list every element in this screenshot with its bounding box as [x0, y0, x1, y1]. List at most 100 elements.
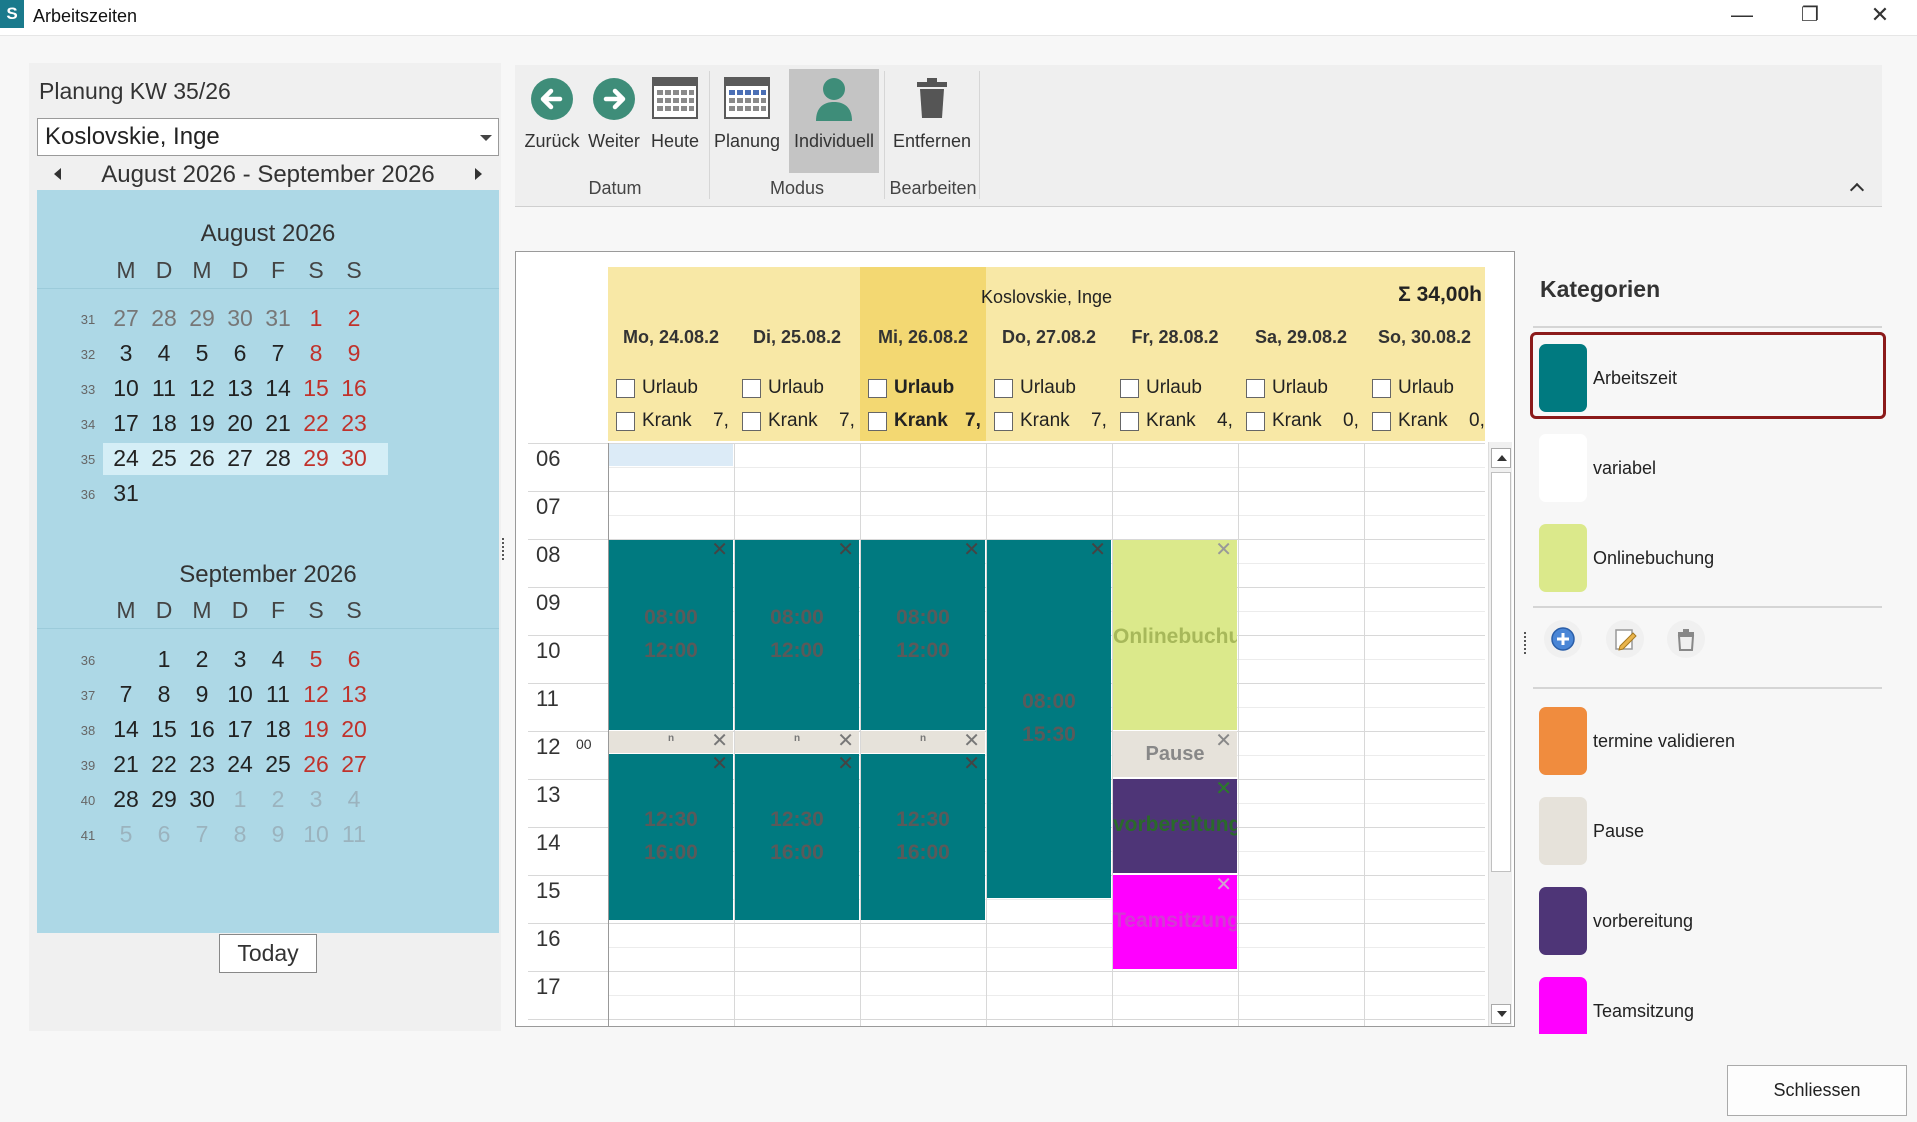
checkbox[interactable] [1246, 379, 1265, 398]
work-time-appointment[interactable]: ✕ 12:30 16:00 [735, 754, 859, 920]
calendar-day[interactable]: 31 [103, 480, 149, 507]
calendar-day[interactable]: 13 [331, 681, 377, 708]
scrollbar-thumb[interactable] [1491, 472, 1511, 872]
checkbox[interactable] [742, 412, 761, 431]
splitter-handle[interactable] [502, 538, 504, 560]
close-icon[interactable]: ✕ [1215, 540, 1232, 560]
vacation-checkbox[interactable]: Urlaub [742, 376, 860, 402]
close-icon[interactable]: ✕ [1089, 540, 1106, 560]
add-category-button[interactable] [1544, 620, 1582, 658]
close-icon[interactable]: ✕ [963, 540, 980, 560]
team-meeting-appointment[interactable]: ✕ Teamsitzung [1113, 875, 1237, 969]
restore-button[interactable]: ❐ [1776, 0, 1844, 30]
checkbox[interactable] [1246, 412, 1265, 431]
category-item-arbeitszeit[interactable]: Arbeitszeit [1530, 332, 1886, 419]
sick-checkbox[interactable]: Krank 7, [616, 409, 734, 435]
pause-appointment[interactable]: ✕ Pause [1113, 731, 1237, 777]
time-grid[interactable]: 06 07 08 09 10 11 12 00 13 14 15 16 17 ✕… [516, 443, 1485, 1026]
close-icon[interactable]: ✕ [711, 540, 728, 560]
scroll-down-button[interactable] [1491, 1004, 1511, 1024]
today-view-button[interactable]: Heute [646, 69, 704, 171]
minimize-button[interactable]: — [1708, 0, 1776, 30]
close-icon[interactable]: ✕ [963, 754, 980, 774]
calendar-day[interactable]: 30 [331, 445, 377, 472]
close-icon[interactable]: ✕ [837, 540, 854, 560]
back-button[interactable]: Zurück [522, 69, 582, 171]
close-icon[interactable]: ✕ [711, 731, 728, 751]
close-button[interactable]: Schliessen [1727, 1065, 1907, 1116]
work-time-appointment[interactable]: ✕ 08:00 12:00 [735, 540, 859, 730]
preparation-appointment[interactable]: ✕ vorbereitung [1113, 779, 1237, 873]
close-icon[interactable]: ✕ [837, 754, 854, 774]
work-time-appointment[interactable]: ✕ 12:30 16:00 [861, 754, 985, 920]
checkbox[interactable] [1372, 412, 1391, 431]
next-month-icon[interactable] [475, 168, 482, 180]
sick-checkbox[interactable]: Krank 0, [1246, 409, 1364, 435]
vacation-checkbox[interactable]: Urlaub [1120, 376, 1238, 402]
sick-checkbox[interactable]: Krank 7, [868, 409, 986, 435]
close-icon[interactable]: ✕ [963, 731, 980, 751]
individual-mode-button[interactable]: Individuell [789, 69, 879, 173]
close-icon[interactable]: ✕ [1215, 875, 1232, 895]
calendar-day[interactable]: 4 [331, 786, 377, 813]
vertical-scrollbar[interactable] [1488, 442, 1512, 1026]
vacation-checkbox[interactable]: Urlaub [868, 376, 986, 402]
collapse-ribbon-icon[interactable] [1849, 182, 1865, 198]
calendar-day[interactable]: 2 [331, 305, 377, 332]
checkbox[interactable] [994, 379, 1013, 398]
splitter-handle[interactable] [1524, 632, 1526, 654]
sick-checkbox[interactable]: Krank 7, [994, 409, 1112, 435]
remove-button[interactable]: Entfernen [891, 69, 973, 171]
planning-mode-button[interactable]: Planung [713, 69, 781, 171]
checkbox[interactable] [994, 412, 1013, 431]
today-button[interactable]: Today [219, 934, 317, 973]
close-window-button[interactable]: ✕ [1846, 0, 1914, 30]
work-time-appointment[interactable]: ✕ 08:00 12:00 [861, 540, 985, 730]
work-time-appointment[interactable]: ✕ 08:00 12:00 [609, 540, 733, 730]
work-time-appointment[interactable]: ✕ 12:30 16:00 [609, 754, 733, 920]
category-item-vorbereitung[interactable]: vorbereitung [1530, 875, 1886, 962]
category-item-variabel[interactable]: variabel [1530, 422, 1886, 509]
checkbox[interactable] [1120, 379, 1139, 398]
selected-slot[interactable] [609, 444, 733, 466]
pause-appointment[interactable]: n ✕ [735, 731, 859, 753]
close-icon[interactable]: ✕ [1215, 779, 1232, 799]
checkbox[interactable] [868, 379, 887, 398]
pause-appointment[interactable]: n ✕ [861, 731, 985, 753]
category-item-onlinebuchung[interactable]: Onlinebuchung [1530, 512, 1886, 599]
calendar-day[interactable]: 6 [331, 646, 377, 673]
calendar-day[interactable]: 23 [331, 410, 377, 437]
chevron-down-icon[interactable] [480, 135, 492, 141]
checkbox[interactable] [616, 412, 635, 431]
calendar-day[interactable]: 20 [331, 716, 377, 743]
checkbox[interactable] [1372, 379, 1391, 398]
calendar-day[interactable]: 9 [331, 340, 377, 367]
category-item-teamsitzung[interactable]: Teamsitzung [1530, 965, 1886, 1034]
sick-checkbox[interactable]: Krank 7, [742, 409, 860, 435]
person-select[interactable]: Koslovskie, Inge [37, 118, 499, 156]
forward-button[interactable]: Weiter [585, 69, 643, 171]
category-item-pause[interactable]: Pause [1530, 785, 1886, 872]
vacation-checkbox[interactable]: Urlaub [1246, 376, 1364, 402]
close-icon[interactable]: ✕ [711, 754, 728, 774]
category-item-termine-validieren[interactable]: termine validieren [1530, 695, 1886, 782]
calendar-day[interactable]: 27 [331, 751, 377, 778]
checkbox[interactable] [868, 412, 887, 431]
online-booking-appointment[interactable]: ✕ Onlinebuchung [1113, 540, 1237, 730]
checkbox[interactable] [742, 379, 761, 398]
calendar-day[interactable]: 11 [331, 821, 377, 848]
sick-checkbox[interactable]: Krank 4, [1120, 409, 1238, 435]
work-time-appointment[interactable]: ✕ 08:00 15:30 [987, 540, 1111, 898]
checkbox[interactable] [616, 379, 635, 398]
vacation-checkbox[interactable]: Urlaub [994, 376, 1112, 402]
checkbox[interactable] [1120, 412, 1139, 431]
delete-category-button[interactable] [1667, 620, 1705, 658]
calendar-day[interactable]: 16 [331, 375, 377, 402]
vacation-checkbox[interactable]: Urlaub [1372, 376, 1485, 402]
sick-checkbox[interactable]: Krank 0, [1372, 409, 1485, 435]
scroll-up-button[interactable] [1491, 448, 1511, 468]
close-icon[interactable]: ✕ [837, 731, 854, 751]
vacation-checkbox[interactable]: Urlaub [616, 376, 734, 402]
pause-appointment[interactable]: n ✕ [609, 731, 733, 753]
edit-category-button[interactable] [1606, 620, 1644, 658]
